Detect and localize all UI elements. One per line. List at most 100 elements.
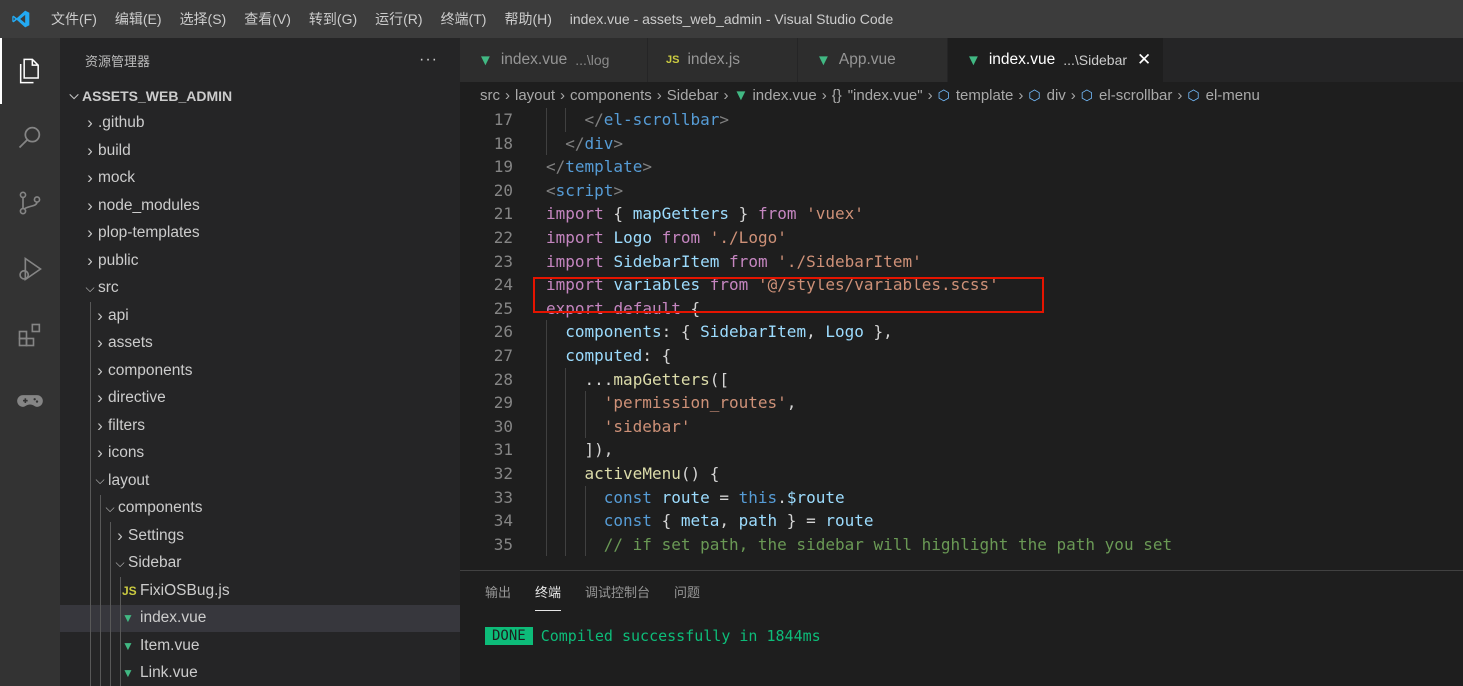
folder-item[interactable]: ⌵ Sidebar — [60, 549, 460, 577]
terminal-output[interactable]: DONE Compiled successfully in 1844ms — [460, 627, 1463, 645]
code-text: import SidebarItem from './SidebarItem' — [546, 250, 922, 274]
folder-item[interactable]: › filters — [60, 412, 460, 440]
panel-tab[interactable]: 问题 — [674, 571, 700, 615]
code-line: 25 export default { — [460, 297, 1463, 321]
tree-item-label: plop-templates — [98, 224, 200, 242]
menu-item[interactable]: 终端(T) — [432, 0, 496, 38]
braces-icon: {} — [831, 86, 842, 104]
code-line: 26 components: { SidebarItem, Logo }, — [460, 320, 1463, 344]
folder-item[interactable]: › assets — [60, 329, 460, 357]
file-item[interactable]: ▼ index.vue — [60, 604, 460, 632]
file-item[interactable]: JS FixiOSBug.js — [60, 577, 460, 605]
tree-item-label: directive — [108, 389, 166, 407]
file-item[interactable]: ▼ Link.vue — [60, 659, 460, 686]
editor-tab[interactable]: ▼ index.vue ...\Sidebar ✕ — [948, 38, 1164, 82]
chevron-right-icon: › — [87, 113, 93, 133]
code-token: from — [729, 251, 768, 271]
folder-item[interactable]: › directive — [60, 384, 460, 412]
tree-item-label: components — [108, 361, 193, 379]
breadcrumb-item[interactable]: ⬡ el-menu — [1187, 87, 1259, 104]
js-file-icon: JS — [666, 54, 680, 66]
code-token: = — [709, 487, 739, 507]
code-token: , — [806, 322, 826, 342]
breadcrumb-item[interactable]: ⬡ el-scrollbar — [1081, 87, 1173, 104]
tab-description: ...\Sidebar — [1063, 52, 1128, 68]
breadcrumb-item[interactable]: src — [480, 87, 500, 104]
menu-item[interactable]: 文件(F) — [42, 0, 106, 38]
gamepad-icon[interactable] — [0, 368, 60, 434]
chevron-right-icon: › — [87, 168, 93, 188]
editor-tab[interactable]: ▼ index.vue ...\log — [460, 38, 648, 82]
code-line: 22 import Logo from './Logo' — [460, 226, 1463, 250]
line-number: 32 — [493, 463, 513, 483]
breadcrumb-item[interactable]: {} "index.vue" — [832, 87, 923, 104]
folder-item[interactable]: › public — [60, 247, 460, 275]
tab-label: index.vue — [500, 51, 568, 68]
breadcrumb-item[interactable]: Sidebar — [667, 87, 719, 104]
vscode-logo-icon — [0, 0, 42, 38]
menu-item[interactable]: 运行(R) — [366, 0, 431, 38]
menu-item[interactable]: 选择(S) — [171, 0, 236, 38]
panel-tab[interactable]: 终端 — [535, 571, 562, 615]
menu-item[interactable]: 编辑(E) — [106, 0, 171, 38]
workspace-root[interactable]: ⌵ ASSETS_WEB_ADMIN — [60, 82, 460, 110]
folder-item[interactable]: › icons — [60, 439, 460, 467]
folder-item[interactable]: ⌵ layout — [60, 467, 460, 495]
breadcrumb-label: index.vue — [752, 86, 817, 104]
file-item[interactable]: ▼ Item.vue — [60, 632, 460, 660]
tree-item-label: Link.vue — [140, 664, 198, 682]
folder-item[interactable]: › plop-templates — [60, 220, 460, 248]
menu-item[interactable]: 查看(V) — [235, 0, 300, 38]
code-token: route — [661, 487, 710, 507]
code-text: export default { — [546, 297, 700, 321]
folder-item[interactable]: › mock — [60, 165, 460, 193]
chevron-right-icon: › — [87, 195, 93, 215]
menu-item[interactable]: 帮助(H) — [495, 0, 560, 38]
file-tree: ⌵ ASSETS_WEB_ADMIN › .github › build › mock › n… — [60, 82, 460, 686]
run-debug-icon[interactable] — [0, 236, 60, 302]
close-icon[interactable]: ✕ — [1137, 50, 1151, 70]
folder-item[interactable]: › build — [60, 137, 460, 165]
tree-item-label: node_modules — [98, 196, 200, 214]
folder-item[interactable]: › node_modules — [60, 192, 460, 220]
panel-tab[interactable]: 输出 — [485, 571, 511, 615]
folder-item[interactable]: › Settings — [60, 522, 460, 550]
chevron-down-icon: ⌵ — [95, 473, 105, 488]
breadcrumb: src › layout › components › Sidebar › ▼ index.vu… — [460, 82, 1463, 108]
code-token: : { — [642, 345, 672, 365]
breadcrumb-item[interactable]: components — [570, 87, 652, 104]
more-actions-icon[interactable]: ··· — [419, 51, 438, 69]
folder-item[interactable]: ⌵ components — [60, 494, 460, 522]
folder-item[interactable]: › .github — [60, 110, 460, 138]
breadcrumb-item[interactable]: layout — [515, 87, 555, 104]
line-number: 31 — [493, 440, 513, 460]
editor-tab[interactable]: JS index.js — [648, 38, 798, 82]
line-number: 19 — [493, 157, 513, 177]
code-text: ]), — [585, 438, 614, 462]
menu-item[interactable]: 转到(G) — [300, 0, 366, 38]
code-token: { — [603, 204, 633, 224]
editor-tab[interactable]: ▼ App.vue — [798, 38, 948, 82]
extensions-icon[interactable] — [0, 302, 60, 368]
breadcrumb-separator-icon: › — [505, 86, 510, 104]
code-token: import — [546, 275, 604, 295]
search-icon[interactable] — [0, 104, 60, 170]
explorer-icon[interactable] — [0, 38, 60, 104]
folder-item[interactable]: › components — [60, 357, 460, 385]
breadcrumb-item[interactable]: ⬡ div — [1028, 87, 1065, 104]
breadcrumb-item[interactable]: ▼ index.vue — [733, 87, 816, 104]
code-editor[interactable]: 17 </el-scrollbar> 18 </div> 19 </template> 20… — [460, 108, 1463, 557]
panel-tab[interactable]: 调试控制台 — [585, 571, 650, 615]
breadcrumb-label: template — [955, 86, 1014, 104]
code-line: 20 <script> — [460, 179, 1463, 203]
code-text: const { meta, path } = route — [604, 509, 874, 533]
compile-message: Compiled successfully in 1844ms — [540, 627, 821, 645]
source-control-icon[interactable] — [0, 170, 60, 236]
folder-item[interactable]: › api — [60, 302, 460, 330]
breadcrumb-label: "index.vue" — [847, 86, 923, 104]
breadcrumb-item[interactable]: ⬡ template — [938, 87, 1014, 104]
vue-file-icon: ▼ — [122, 638, 134, 653]
folder-item[interactable]: ⌵ src — [60, 275, 460, 303]
